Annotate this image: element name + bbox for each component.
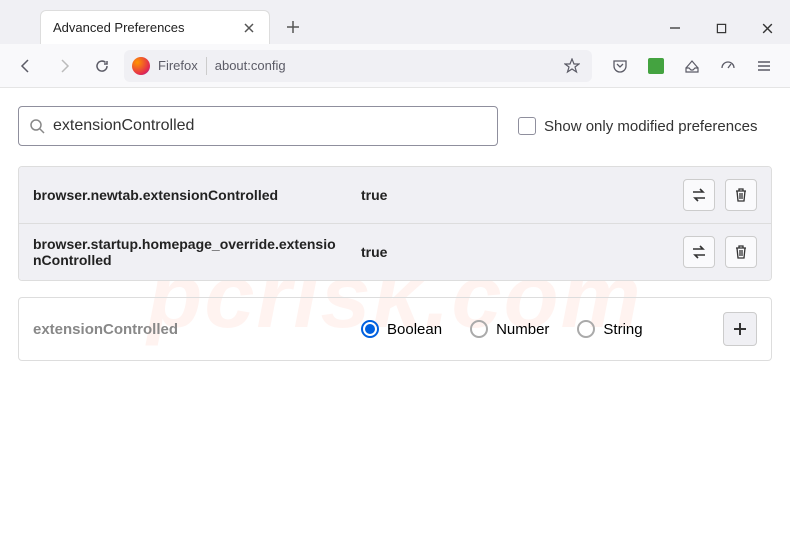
url-identity: Firefox — [158, 58, 198, 73]
bookmark-star-icon[interactable] — [560, 54, 584, 78]
type-radio-group: Boolean Number String — [341, 320, 705, 338]
reload-button[interactable] — [86, 50, 118, 82]
search-input[interactable] — [53, 117, 487, 135]
radio-icon — [361, 320, 379, 338]
new-tab-button[interactable] — [278, 12, 308, 42]
url-bar[interactable]: Firefox about:config — [124, 50, 592, 82]
preference-name: browser.newtab.extensionControlled — [33, 187, 343, 203]
inbox-icon[interactable] — [676, 50, 708, 82]
content-area: Show only modified preferences browser.n… — [0, 88, 790, 379]
preference-name: browser.startup.homepage_override.extens… — [33, 236, 343, 268]
preference-value: true — [361, 244, 665, 260]
search-icon — [29, 118, 45, 134]
preference-value: true — [361, 187, 665, 203]
browser-tab[interactable]: Advanced Preferences — [40, 10, 270, 44]
new-preference-row: extensionControlled Boolean Number Strin… — [18, 297, 772, 361]
radio-number[interactable]: Number — [470, 320, 549, 338]
dashboard-icon[interactable] — [712, 50, 744, 82]
search-box[interactable] — [18, 106, 498, 146]
firefox-icon — [132, 57, 150, 75]
back-button[interactable] — [10, 50, 42, 82]
window-close-button[interactable] — [744, 12, 790, 44]
forward-button[interactable] — [48, 50, 80, 82]
toolbar: Firefox about:config — [0, 44, 790, 88]
menu-button[interactable] — [748, 50, 780, 82]
minimize-button[interactable] — [652, 12, 698, 44]
radio-label: Number — [496, 321, 549, 338]
checkbox-label: Show only modified preferences — [544, 118, 757, 135]
checkbox-icon[interactable] — [518, 117, 536, 135]
radio-label: String — [603, 321, 642, 338]
radio-label: Boolean — [387, 321, 442, 338]
maximize-button[interactable] — [698, 12, 744, 44]
delete-button[interactable] — [725, 179, 757, 211]
tab-title: Advanced Preferences — [53, 20, 241, 35]
toggle-button[interactable] — [683, 236, 715, 268]
pocket-icon[interactable] — [604, 50, 636, 82]
radio-boolean[interactable]: Boolean — [361, 320, 442, 338]
separator — [206, 57, 207, 75]
extension-icon[interactable] — [640, 50, 672, 82]
preference-list: browser.newtab.extensionControlled true … — [18, 166, 772, 281]
radio-string[interactable]: String — [577, 320, 642, 338]
delete-button[interactable] — [725, 236, 757, 268]
preference-row: browser.newtab.extensionControlled true — [19, 167, 771, 224]
new-preference-name: extensionControlled — [33, 321, 323, 338]
add-button[interactable] — [723, 312, 757, 346]
radio-icon — [470, 320, 488, 338]
toggle-button[interactable] — [683, 179, 715, 211]
titlebar: Advanced Preferences — [0, 0, 790, 44]
radio-icon — [577, 320, 595, 338]
preference-row: browser.startup.homepage_override.extens… — [19, 224, 771, 280]
show-modified-checkbox[interactable]: Show only modified preferences — [518, 117, 757, 135]
close-icon[interactable] — [241, 20, 257, 36]
url-text: about:config — [215, 58, 552, 73]
